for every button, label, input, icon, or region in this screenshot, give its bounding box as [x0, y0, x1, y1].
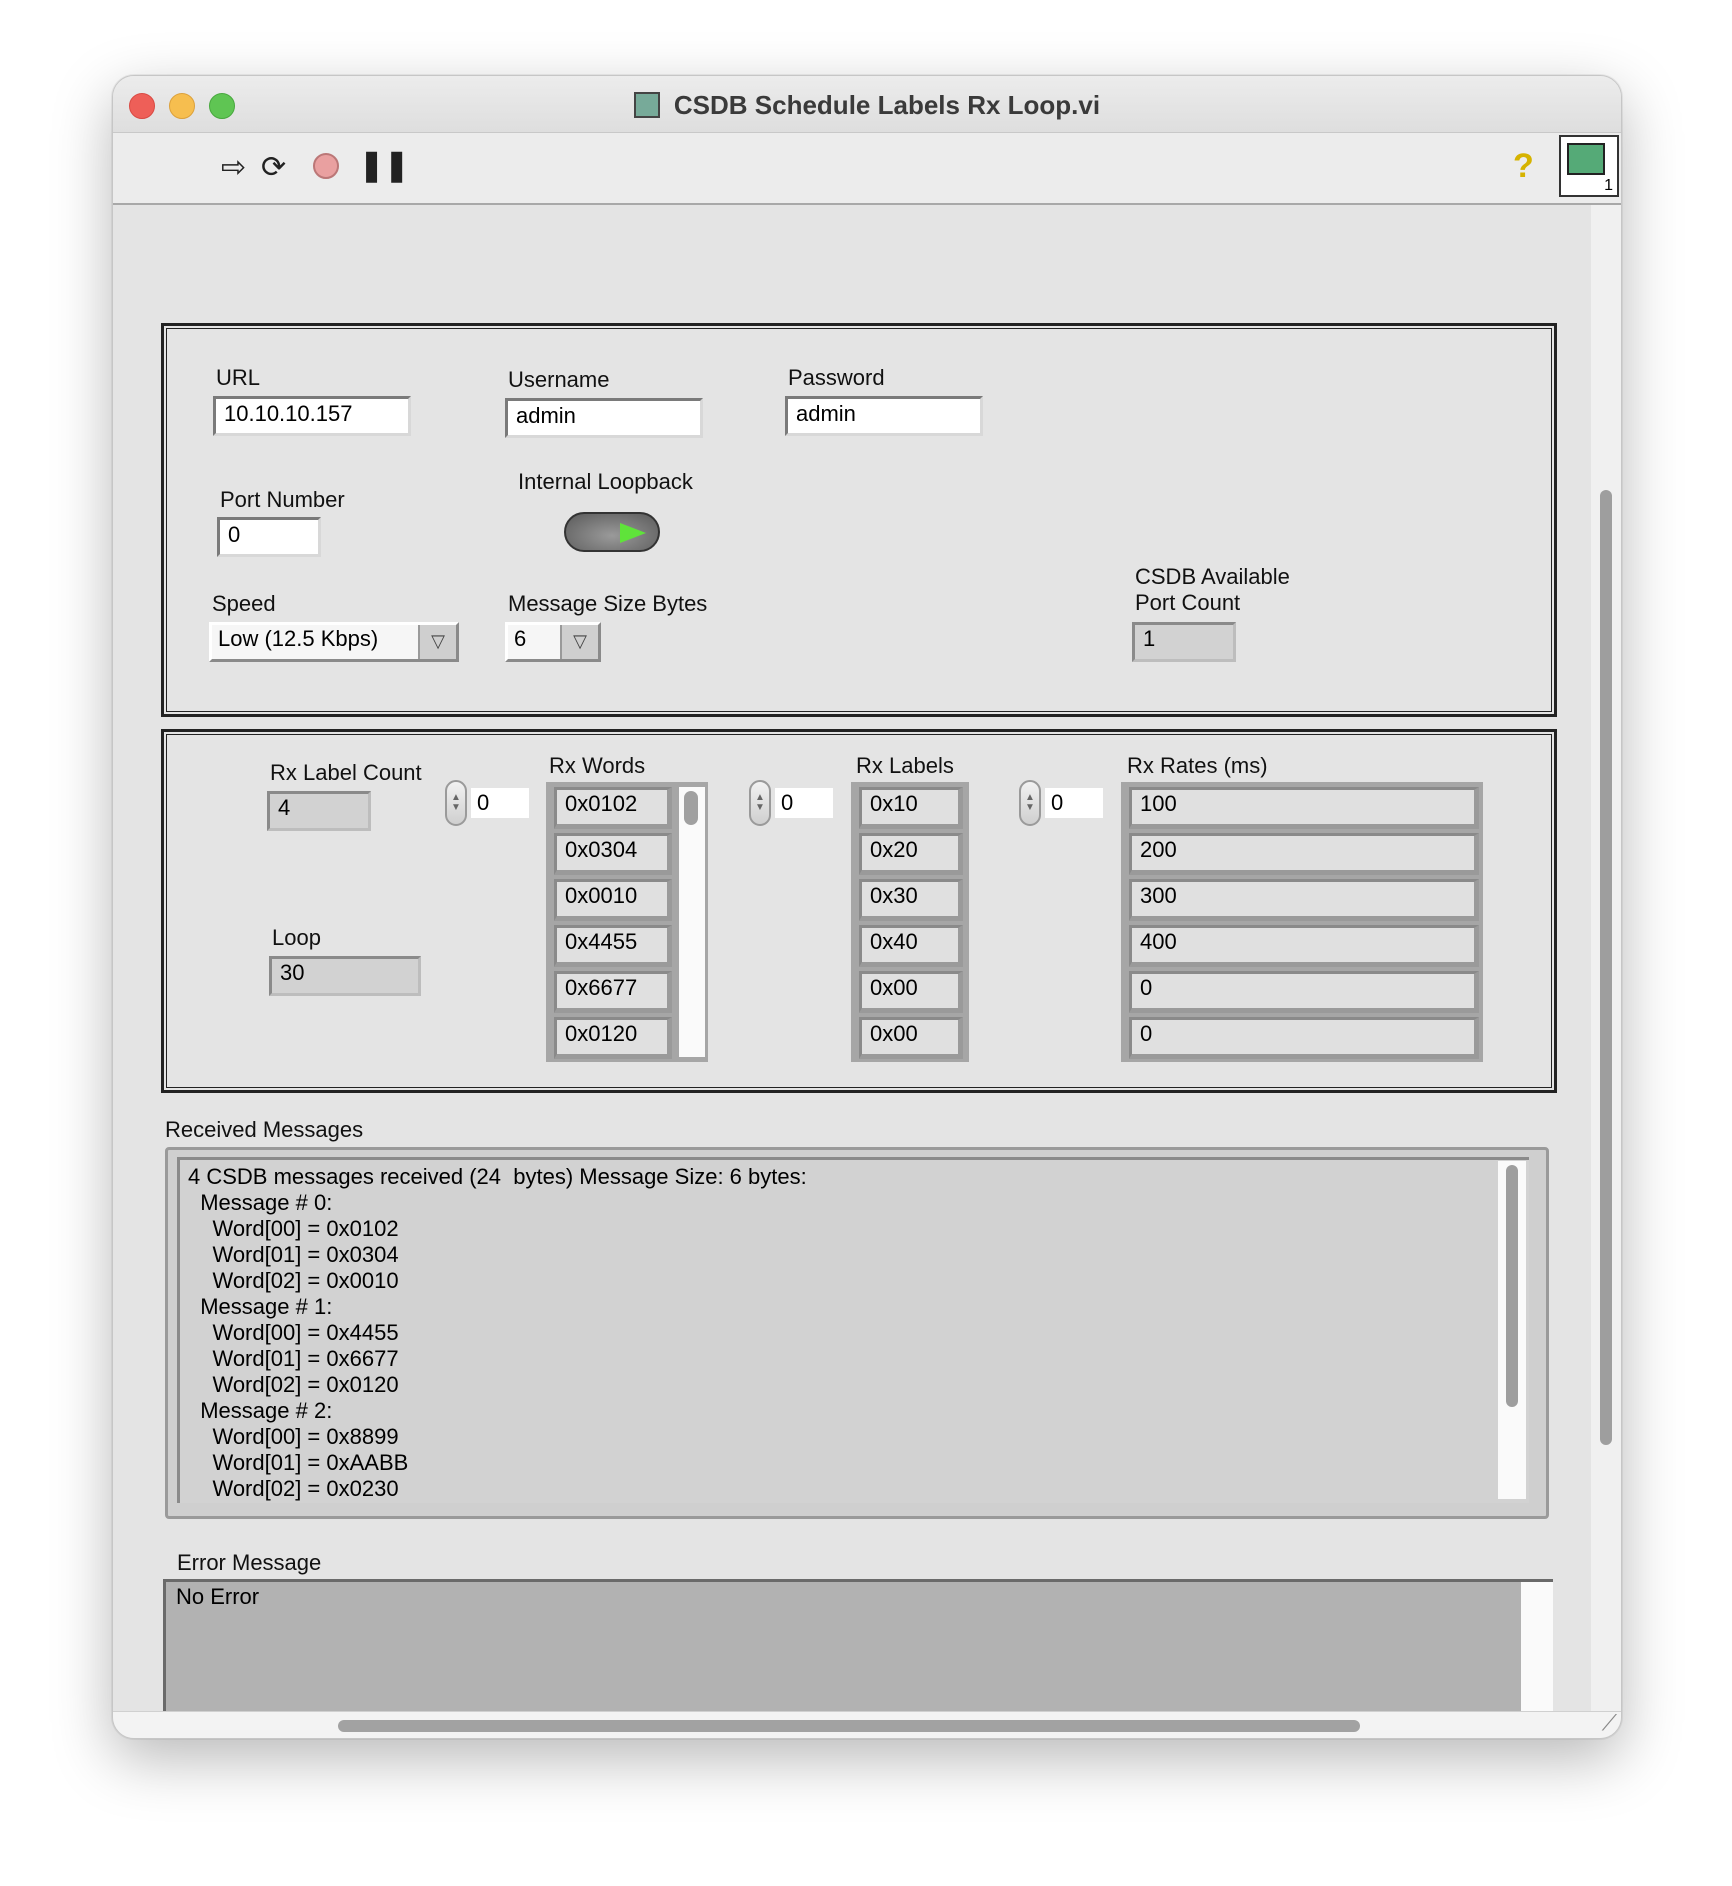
help-icon[interactable]: ? — [1513, 149, 1534, 183]
run-arrow-icon[interactable]: ⇨ — [221, 153, 246, 183]
rx-word-element[interactable]: 0x0120 — [554, 1017, 672, 1059]
scroll-thumb[interactable] — [338, 1720, 1360, 1732]
spinner-arrows-icon[interactable]: ▲ ▼ — [749, 780, 771, 826]
received-message-line: Word[00] = 0x0102 — [188, 1216, 399, 1241]
window-title: CSDB Schedule Labels Rx Loop.vi — [113, 90, 1621, 121]
received-message-line: Message # 1: — [188, 1294, 333, 1319]
title-bar: CSDB Schedule Labels Rx Loop.vi — [113, 76, 1621, 133]
username-field[interactable]: admin — [505, 398, 703, 438]
rx-label-element[interactable]: 0x20 — [859, 833, 963, 875]
speed-value: Low (12.5 Kbps) — [218, 626, 379, 651]
rx-rate-element[interactable]: 300 — [1129, 879, 1479, 921]
scroll-thumb[interactable] — [1506, 1165, 1518, 1407]
message-size-label: Message Size Bytes — [508, 591, 708, 616]
received-message-line: Word[02] = 0x0230 — [188, 1476, 399, 1501]
speed-label: Speed — [212, 591, 276, 616]
message-size-value: 6 — [514, 626, 527, 651]
received-message-line: Message # 2: — [188, 1398, 333, 1423]
speed-dropdown[interactable]: Low (12.5 Kbps) ▽ — [209, 622, 459, 662]
loop-label: Loop — [272, 925, 321, 950]
rx-words-label: Rx Words — [549, 753, 646, 778]
chevron-down-icon: ▽ — [418, 625, 456, 659]
pause-icon[interactable]: ❚❚ — [359, 151, 409, 181]
rx-words-index-value[interactable]: 0 — [471, 788, 529, 818]
loop-indicator: 30 — [269, 956, 421, 996]
error-message-text: No Error — [176, 1584, 260, 1609]
port-number-field[interactable]: 0 — [217, 517, 321, 557]
internal-loopback-toggle[interactable] — [564, 512, 660, 552]
rx-rate-element[interactable]: 0 — [1129, 1017, 1479, 1059]
received-message-line: Word[02] = 0x0120 — [188, 1372, 399, 1397]
abort-icon[interactable] — [313, 153, 339, 179]
rx-rate-element[interactable]: 100 — [1129, 787, 1479, 829]
error-message-label: Error Message — [177, 1550, 322, 1575]
rx-label-element[interactable]: 0x00 — [859, 1017, 963, 1059]
available-port-count-label-line1: CSDB Available — [1135, 564, 1290, 589]
rx-labels-label: Rx Labels — [856, 753, 954, 778]
rx-rates-index[interactable]: ▲ ▼ 0 — [1019, 780, 1103, 826]
rx-rate-element[interactable]: 0 — [1129, 971, 1479, 1013]
received-messages-text: 4 CSDB messages received (24 bytes) Mess… — [188, 1164, 807, 1502]
vi-icon: 1 — [1559, 135, 1619, 197]
url-field[interactable]: 10.10.10.157 — [213, 396, 411, 436]
rx-label-count-indicator: 4 — [267, 791, 371, 831]
rx-words-scrollbar[interactable] — [679, 787, 705, 1057]
rx-word-element[interactable]: 0x4455 — [554, 925, 672, 967]
scroll-thumb[interactable] — [1600, 490, 1612, 1445]
port-number-label: Port Number — [220, 487, 345, 512]
received-messages-label: Received Messages — [165, 1117, 364, 1142]
resize-grip-icon[interactable]: ⟋ — [1602, 1710, 1617, 1736]
message-size-dropdown[interactable]: 6 ▽ — [505, 622, 601, 662]
available-port-count-indicator: 1 — [1132, 622, 1236, 662]
spinner-arrows-icon[interactable]: ▲ ▼ — [1019, 780, 1041, 826]
received-message-line: Word[02] = 0x0010 — [188, 1268, 399, 1293]
url-label: URL — [216, 365, 261, 390]
rx-label-element[interactable]: 0x30 — [859, 879, 963, 921]
window-horizontal-scrollbar[interactable]: ⟋ — [113, 1710, 1621, 1738]
rx-label-count-label: Rx Label Count — [270, 760, 422, 785]
window-vertical-scrollbar[interactable] — [1591, 205, 1621, 1713]
rx-rate-element[interactable]: 400 — [1129, 925, 1479, 967]
password-label: Password — [788, 365, 885, 390]
rx-word-element[interactable]: 0x6677 — [554, 971, 672, 1013]
led-on-icon — [620, 523, 646, 543]
front-panel: URL 10.10.10.157 Username admin Password… — [113, 205, 1591, 1713]
rx-label-element[interactable]: 0x40 — [859, 925, 963, 967]
toolbar: ⇨ ⟳ ❚❚ ? 1 — [113, 133, 1621, 205]
received-message-line: Word[00] = 0x8899 — [188, 1424, 399, 1449]
rx-labels-index-value[interactable]: 0 — [775, 788, 833, 818]
rx-rate-element[interactable]: 200 — [1129, 833, 1479, 875]
internal-loopback-label: Internal Loopback — [518, 469, 693, 494]
rx-words-index[interactable]: ▲ ▼ 0 — [445, 780, 529, 826]
received-messages-scrollbar[interactable] — [1498, 1161, 1526, 1499]
scroll-thumb[interactable] — [684, 791, 698, 825]
received-message-line: Word[01] = 0x6677 — [188, 1346, 399, 1371]
vi-file-icon — [633, 92, 660, 118]
rx-labels-index[interactable]: ▲ ▼ 0 — [749, 780, 833, 826]
rx-word-element[interactable]: 0x0102 — [554, 787, 672, 829]
chevron-down-icon: ▽ — [560, 625, 598, 659]
password-field[interactable]: admin — [785, 396, 983, 436]
username-label: Username — [508, 367, 610, 392]
received-message-line: Word[00] = 0x4455 — [188, 1320, 399, 1345]
received-message-line: Message # 0: — [188, 1190, 333, 1215]
run-continuously-icon[interactable]: ⟳ — [261, 153, 286, 183]
rx-label-element[interactable]: 0x00 — [859, 971, 963, 1013]
vi-window: CSDB Schedule Labels Rx Loop.vi ⇨ ⟳ ❚❚ ?… — [112, 75, 1622, 1739]
rx-label-element[interactable]: 0x10 — [859, 787, 963, 829]
error-message-scrollbar[interactable] — [1521, 1582, 1553, 1713]
vi-icon-number: 1 — [1604, 177, 1613, 194]
rx-word-element[interactable]: 0x0304 — [554, 833, 672, 875]
received-message-line: 4 CSDB messages received (24 bytes) Mess… — [188, 1164, 807, 1189]
spinner-arrows-icon[interactable]: ▲ ▼ — [445, 780, 467, 826]
vi-icon-graphic — [1567, 143, 1605, 175]
rx-rates-label: Rx Rates (ms) — [1127, 753, 1268, 778]
error-message-box: No Error — [163, 1579, 1553, 1713]
received-message-line: Word[01] = 0xAABB — [188, 1450, 409, 1475]
received-message-line: Word[01] = 0x0304 — [188, 1242, 399, 1267]
rx-rates-index-value[interactable]: 0 — [1045, 788, 1103, 818]
rx-word-element[interactable]: 0x0010 — [554, 879, 672, 921]
available-port-count-label-line2: Port Count — [1135, 590, 1241, 615]
received-messages-box[interactable]: 4 CSDB messages received (24 bytes) Mess… — [177, 1157, 1529, 1503]
